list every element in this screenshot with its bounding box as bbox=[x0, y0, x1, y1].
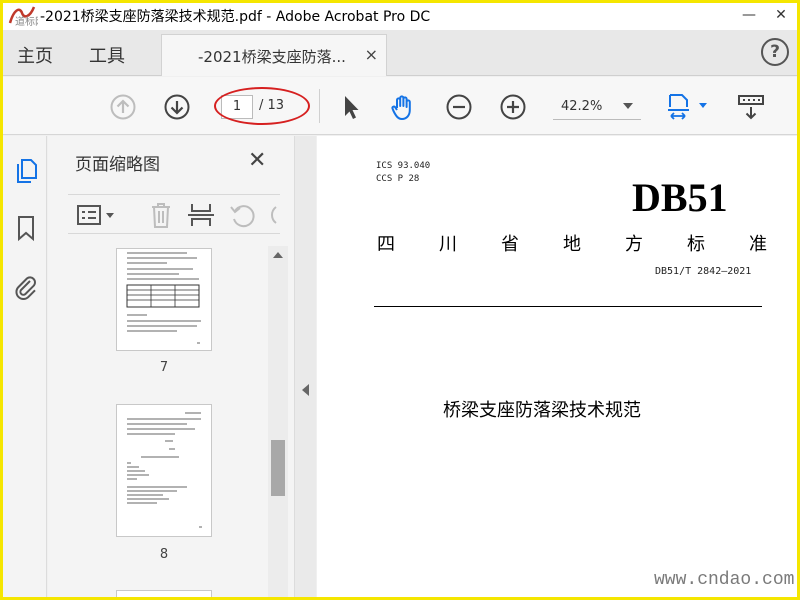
thumbnail-scrollbar[interactable] bbox=[268, 246, 288, 597]
pointer-icon[interactable] bbox=[337, 93, 365, 121]
hand-icon[interactable] bbox=[389, 93, 417, 121]
tab-bar: 主页 工具 -2021桥梁支座防落... × ? bbox=[3, 30, 797, 76]
scroll-mode-icon[interactable] bbox=[737, 93, 765, 121]
scroll-up-icon[interactable] bbox=[273, 252, 283, 258]
thumbnail-page[interactable] bbox=[116, 590, 212, 597]
fit-page-icon[interactable] bbox=[667, 93, 711, 121]
thumbnail-content bbox=[126, 252, 201, 344]
thumbnail-page-number: 7 bbox=[159, 360, 169, 375]
classification-codes: ICS 93.040 CCS P 28 bbox=[376, 160, 430, 186]
category-char: 地 bbox=[563, 234, 581, 255]
tab-document[interactable]: -2021桥梁支座防落... × bbox=[161, 34, 387, 76]
chevron-down-icon bbox=[623, 103, 633, 109]
down-arrow-icon[interactable] bbox=[163, 93, 191, 121]
trash-icon[interactable] bbox=[146, 201, 176, 229]
scrollbar-thumb[interactable] bbox=[271, 440, 285, 496]
window-title: -2021桥梁支座防落梁技术规范.pdf - Adobe Acrobat Pro… bbox=[40, 9, 431, 25]
zoom-value: 42.2% bbox=[561, 99, 603, 114]
zoom-select[interactable]: 42.2% bbox=[553, 94, 641, 120]
category-char: 省 bbox=[501, 234, 519, 255]
tab-document-label: -2021桥梁支座防落... bbox=[198, 48, 346, 66]
svg-text:道标网: 道标网 bbox=[15, 15, 38, 27]
standard-code: DB51 bbox=[632, 175, 728, 220]
tab-tools[interactable]: 工具 bbox=[89, 42, 125, 68]
annotation-ellipse bbox=[214, 87, 310, 125]
thumbnail-content bbox=[127, 412, 202, 528]
close-tab-icon[interactable]: × bbox=[365, 45, 378, 64]
toolbar-divider bbox=[319, 89, 320, 123]
title-bar: 道标网 -2021桥梁支座防落梁技术规范.pdf - Adobe Acrobat… bbox=[0, 0, 800, 30]
options-icon[interactable] bbox=[76, 201, 118, 229]
site-logo-icon: 道标网 bbox=[8, 6, 38, 27]
watermark: www.cndao.com bbox=[654, 570, 795, 590]
attachment-icon[interactable] bbox=[13, 272, 39, 300]
standard-category: 四 川 省 地 方 标 准 bbox=[377, 230, 767, 256]
standard-number: DB51/T 2842—2021 bbox=[655, 266, 752, 277]
panel-title: 页面缩略图 bbox=[75, 155, 160, 175]
thumbnail-page-number: 8 bbox=[159, 547, 169, 562]
thumbnail-page[interactable] bbox=[116, 404, 212, 537]
category-char: 四 bbox=[377, 234, 395, 255]
left-rail bbox=[3, 136, 47, 597]
minimize-button[interactable]: — bbox=[738, 4, 760, 26]
tab-home[interactable]: 主页 bbox=[17, 42, 53, 68]
document-title: 桥梁支座防落梁技术规范 bbox=[443, 400, 641, 421]
header-rule bbox=[374, 306, 762, 307]
undo-icon[interactable] bbox=[228, 201, 258, 229]
panel-toolbar bbox=[68, 194, 280, 234]
chevron-left-icon bbox=[302, 384, 309, 396]
pages-icon[interactable] bbox=[13, 156, 39, 184]
ics-code: ICS 93.040 bbox=[376, 161, 431, 171]
category-char: 川 bbox=[439, 234, 457, 255]
category-char: 准 bbox=[749, 234, 767, 255]
ccs-code: CCS P 28 bbox=[376, 174, 420, 184]
redo-icon[interactable] bbox=[264, 201, 280, 229]
zoom-out-icon[interactable] bbox=[445, 93, 473, 121]
close-panel-icon[interactable]: ✕ bbox=[248, 148, 266, 173]
panel-collapse-handle[interactable] bbox=[294, 136, 316, 597]
up-arrow-icon[interactable] bbox=[109, 93, 137, 121]
document-page: ICS 93.040 CCS P 28 DB51 四 川 省 地 方 标 准 D… bbox=[317, 136, 797, 597]
close-window-button[interactable]: ✕ bbox=[770, 4, 792, 26]
thumbnail-page[interactable] bbox=[116, 248, 212, 351]
toolbar: 1 / 13 42.2% bbox=[3, 77, 797, 135]
insert-icon[interactable] bbox=[186, 201, 216, 229]
zoom-in-icon[interactable] bbox=[499, 93, 527, 121]
category-char: 方 bbox=[625, 234, 643, 255]
category-char: 标 bbox=[687, 234, 705, 255]
thumbnail-panel: 页面缩略图 ✕ 7 8 bbox=[48, 136, 294, 597]
bookmark-icon[interactable] bbox=[13, 214, 39, 242]
help-icon[interactable]: ? bbox=[761, 38, 789, 66]
